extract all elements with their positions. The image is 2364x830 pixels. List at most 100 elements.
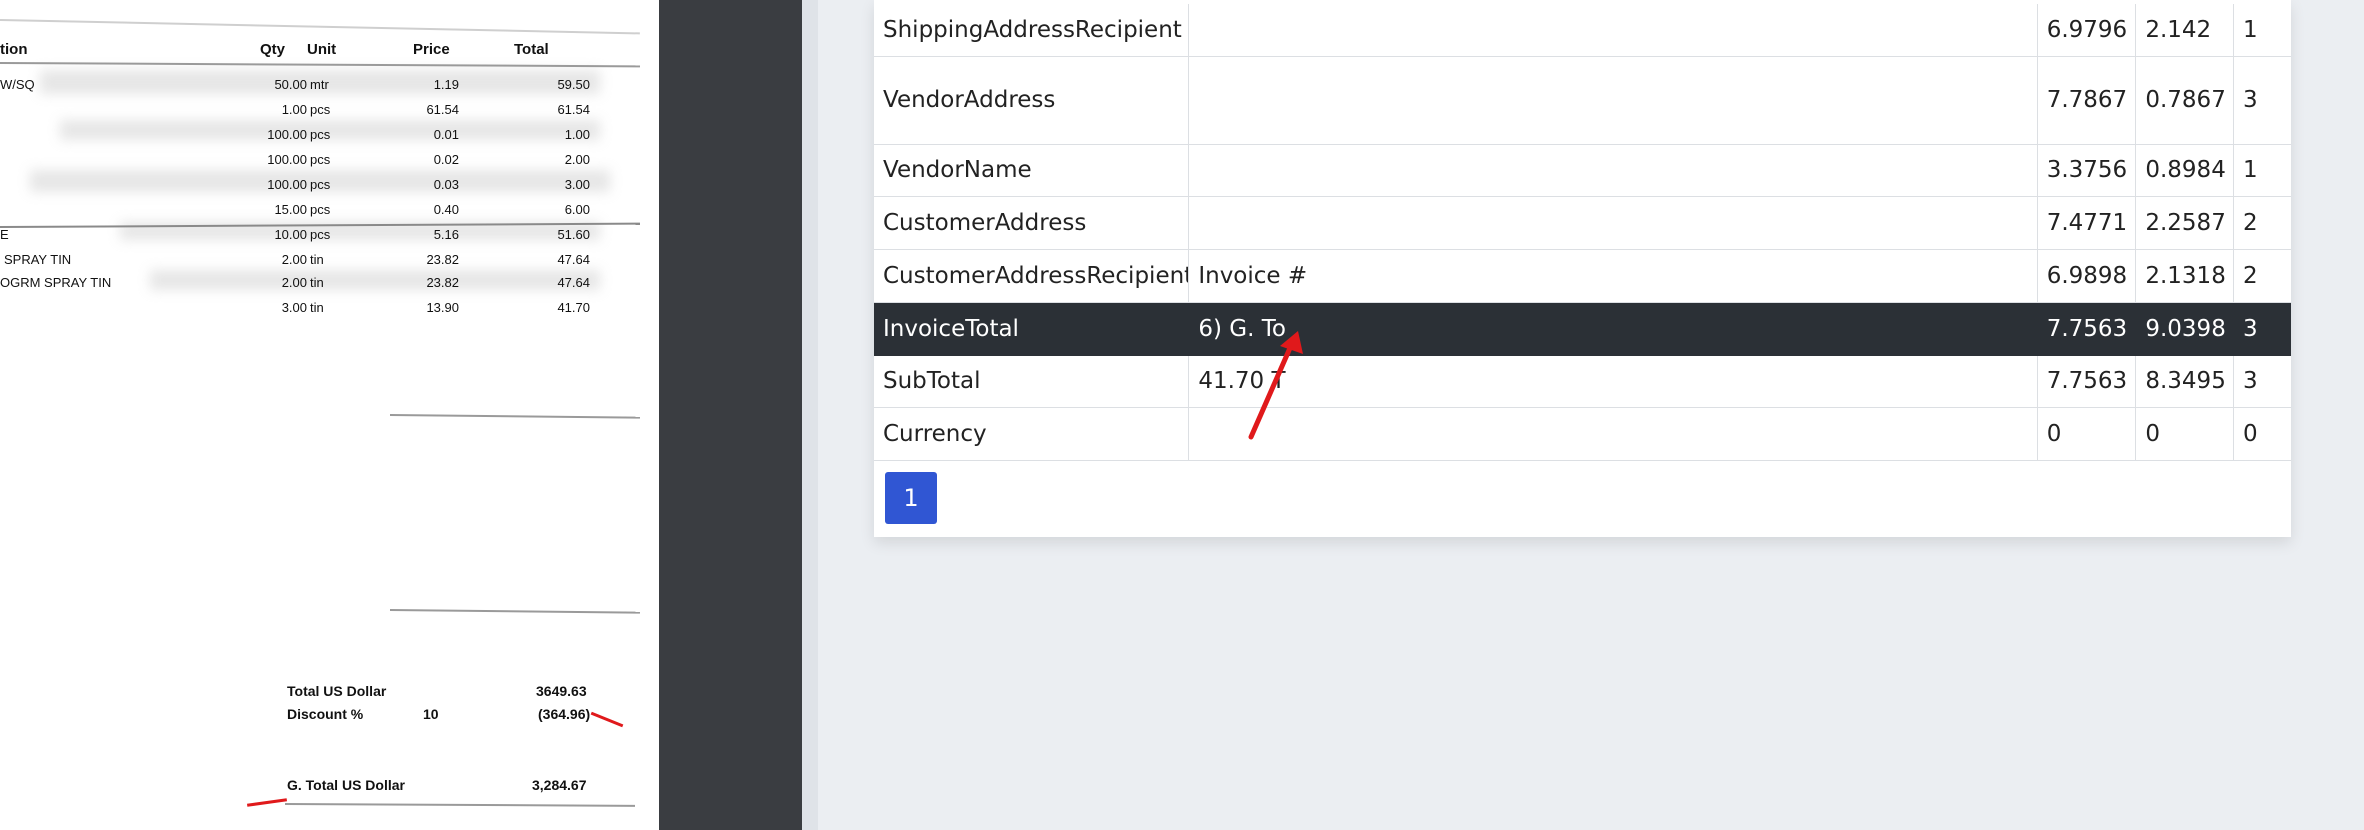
field-score-b: 0 — [2135, 407, 2234, 461]
extracted-fields-panel: ShippingAddressRecipient 6.9796 2.142 1 … — [874, 0, 2291, 537]
line-item-total: 61.54 — [557, 102, 590, 117]
annotation-mark — [246, 798, 288, 807]
table-row[interactable]: VendorAddress 7.7867 0.7867 3 — [874, 56, 2291, 145]
field-score-a: 6.9898 — [2037, 249, 2137, 303]
field-value: Invoice # — [1188, 249, 2038, 303]
column-header-qty: Qty — [260, 41, 286, 58]
line-item-qty: 100.00 — [267, 177, 307, 192]
document-rule — [0, 62, 640, 68]
scrollbar-track[interactable] — [802, 0, 818, 830]
line-item-price: 0.03 — [433, 177, 459, 192]
discount-label: Discount % — [287, 706, 364, 722]
line-item-total: 6.00 — [564, 202, 590, 217]
field-score-a: 7.4771 — [2037, 196, 2137, 250]
line-item-unit: pcs — [310, 202, 331, 217]
field-name: CustomerAddress — [874, 196, 1190, 250]
field-count: 1 — [2233, 4, 2291, 57]
field-value: 6) G. To — [1188, 302, 2038, 356]
field-name: Currency — [874, 407, 1190, 461]
line-item-qty: 1.00 — [281, 102, 307, 117]
field-count: 2 — [2233, 196, 2291, 250]
line-item-description: SPRAY TIN — [4, 252, 72, 267]
line-item-unit: tin — [310, 300, 324, 315]
line-item-price: 0.02 — [433, 152, 459, 167]
total-label: Total US Dollar — [287, 683, 387, 699]
field-value — [1188, 407, 2038, 461]
line-item-unit: mtr — [310, 77, 329, 92]
line-item-qty: 3.00 — [281, 300, 307, 315]
line-item-description: E — [0, 227, 9, 242]
line-item-total: 47.64 — [557, 275, 590, 290]
line-item-qty: 100.00 — [267, 152, 307, 167]
line-item-row: 3.00 tin 13.90 41.70 — [0, 300, 659, 320]
line-item-price: 1.19 — [433, 77, 459, 92]
line-item-price: 61.54 — [426, 102, 459, 117]
field-score-a: 7.7563 — [2037, 302, 2137, 356]
field-score-b: 9.0398 — [2135, 302, 2234, 356]
line-item-price: 23.82 — [426, 252, 459, 267]
annotation-mark — [590, 711, 624, 728]
field-score-b: 0.7867 — [2135, 56, 2234, 145]
table-row[interactable]: VendorName 3.3756 0.8984 1 — [874, 144, 2291, 197]
field-name: VendorName — [874, 144, 1190, 197]
line-item-unit: pcs — [310, 127, 331, 142]
pagination-page-button[interactable]: 1 — [885, 472, 937, 524]
line-item-row: 15.00 pcs 0.40 6.00 — [0, 202, 659, 222]
table-row[interactable]: CustomerAddressRecipient Invoice # 6.989… — [874, 249, 2291, 303]
table-row-selected[interactable]: InvoiceTotal 6) G. To 7.7563 9.0398 3 — [874, 302, 2291, 356]
field-score-b: 2.2587 — [2135, 196, 2234, 250]
total-value: 3649.63 — [536, 683, 587, 699]
line-item-row: 1.00 pcs 61.54 61.54 — [0, 102, 659, 122]
line-item-unit: pcs — [310, 227, 331, 242]
invoice-document-preview: tion Qty Unit Price Total W/SQ 50.00 mtr… — [0, 0, 659, 830]
table-row[interactable]: SubTotal 41.70 T 7.7563 8.3495 3 — [874, 355, 2291, 408]
column-header-description: tion — [0, 41, 28, 58]
column-header-price: Price — [413, 41, 450, 58]
field-name: ShippingAddressRecipient — [874, 4, 1190, 57]
line-item-qty: 50.00 — [274, 77, 307, 92]
line-item-total: 3.00 — [564, 177, 590, 192]
table-row[interactable]: Currency 0 0 0 — [874, 407, 2291, 461]
document-rule — [389, 609, 640, 614]
field-score-a: 6.9796 — [2037, 4, 2137, 57]
field-count: 2 — [2233, 249, 2291, 303]
document-rule — [284, 803, 636, 807]
line-item-total: 2.00 — [564, 152, 590, 167]
line-item-unit: pcs — [310, 177, 331, 192]
line-item-unit: tin — [310, 275, 324, 290]
field-score-a: 0 — [2037, 407, 2137, 461]
column-header-total: Total — [514, 41, 549, 58]
field-name: CustomerAddressRecipient — [874, 249, 1190, 303]
line-item-unit: pcs — [310, 152, 331, 167]
table-row[interactable]: ShippingAddressRecipient 6.9796 2.142 1 — [874, 4, 2291, 57]
field-count: 3 — [2233, 302, 2291, 356]
column-header-unit: Unit — [307, 41, 337, 58]
table-row[interactable]: CustomerAddress 7.4771 2.2587 2 — [874, 196, 2291, 250]
panel-divider — [659, 0, 802, 830]
discount-value: (364.96) — [538, 706, 591, 722]
field-value — [1188, 196, 2038, 250]
line-item-price: 0.01 — [433, 127, 459, 142]
line-item-price: 0.40 — [433, 202, 459, 217]
line-item-price: 5.16 — [433, 227, 459, 242]
line-item-description: OGRM SPRAY TIN — [0, 275, 112, 290]
line-item-unit: tin — [310, 252, 324, 267]
field-score-a: 7.7563 — [2037, 355, 2137, 408]
field-value — [1188, 56, 2038, 145]
field-name: InvoiceTotal — [874, 302, 1190, 356]
line-item-price: 13.90 — [426, 300, 459, 315]
field-score-b: 0.8984 — [2135, 144, 2234, 197]
line-item-price: 23.82 — [426, 275, 459, 290]
line-item-description: W/SQ — [0, 77, 35, 92]
line-item-total: 51.60 — [557, 227, 590, 242]
line-item-qty: 10.00 — [274, 227, 307, 242]
field-count: 0 — [2233, 407, 2291, 461]
field-name: VendorAddress — [874, 56, 1190, 145]
line-item-unit: pcs — [310, 102, 331, 117]
discount-rate: 10 — [423, 706, 439, 722]
field-value — [1188, 144, 2038, 197]
field-count: 1 — [2233, 144, 2291, 197]
document-rule — [389, 414, 640, 419]
extracted-fields-table: ShippingAddressRecipient 6.9796 2.142 1 … — [874, 4, 2291, 461]
line-item-row: 100.00 pcs 0.01 1.00 — [0, 127, 659, 147]
